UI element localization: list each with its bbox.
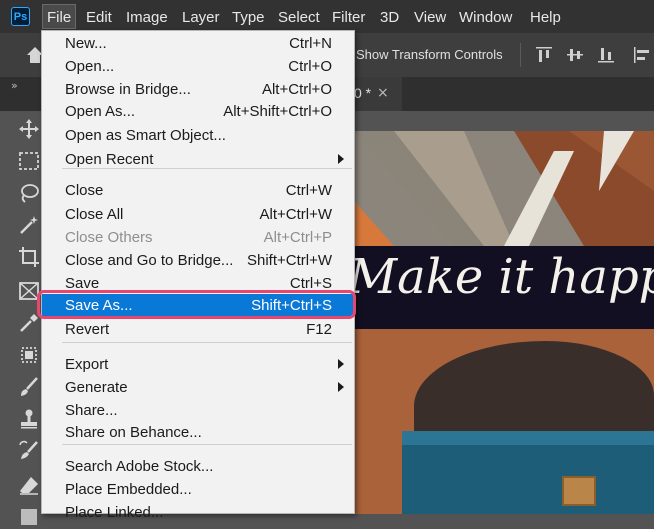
menu-item-open-recent[interactable]: Open Recent (42, 148, 354, 170)
menu-item-generate[interactable]: Generate (42, 376, 354, 398)
align-top-edges-icon[interactable] (534, 45, 554, 65)
canvas-box-latch (562, 476, 596, 506)
menu-separator (62, 444, 352, 445)
document-tab-label: 0 * (354, 85, 372, 101)
brush-tool-icon[interactable] (17, 375, 41, 399)
save-as-highlight-ring (37, 290, 356, 319)
menu-item-close[interactable]: Close Ctrl+W (42, 179, 354, 201)
history-brush-tool-icon[interactable] (17, 439, 41, 463)
spot-healing-tool-icon[interactable] (17, 343, 41, 367)
menu-help[interactable]: Help (530, 9, 561, 26)
magic-wand-tool-icon[interactable] (17, 213, 41, 237)
menu-item-share-on-behance[interactable]: Share on Behance... (42, 421, 354, 443)
menu-item-share[interactable]: Share... (42, 399, 354, 421)
document-canvas[interactable]: Make it happen (354, 131, 654, 514)
menu-item-browse-in-bridge[interactable]: Browse in Bridge... Alt+Ctrl+O (42, 78, 354, 100)
menu-item-new[interactable]: New... Ctrl+N (42, 32, 354, 54)
menu-item-label: Revert (65, 321, 110, 338)
menu-item-label: Generate (65, 379, 128, 396)
menu-item-shortcut: Ctrl+N (289, 35, 332, 52)
menu-item-close-all[interactable]: Close All Alt+Ctrl+W (42, 203, 354, 225)
menu-item-label: Close Others (65, 229, 153, 246)
menu-item-label: Place Embedded... (65, 481, 192, 498)
menu-bar: Ps File Edit Image Layer Type Select Fil… (0, 0, 654, 33)
menu-item-open-as[interactable]: Open As... Alt+Shift+Ctrl+O (42, 100, 354, 122)
menu-item-place-embedded[interactable]: Place Embedded... (42, 478, 354, 500)
menu-item-label: Open as Smart Object... (65, 127, 226, 144)
align-left-edges-icon[interactable] (632, 45, 652, 65)
lasso-tool-icon[interactable] (17, 181, 41, 205)
menu-item-revert[interactable]: Revert F12 (42, 318, 354, 340)
menu-item-shortcut: Ctrl+O (288, 58, 332, 75)
move-tool-icon[interactable] (17, 117, 41, 141)
menu-item-label: Open As... (65, 103, 136, 120)
menu-item-shortcut: Ctrl+W (285, 182, 332, 199)
file-menu-dropdown: New... Ctrl+N Open... Ctrl+O Browse in Bridg… (41, 30, 355, 521)
canvas-banner-text: Make it happen (354, 249, 654, 305)
menu-separator (62, 168, 352, 169)
menu-window[interactable]: Window (459, 9, 512, 26)
menu-edit[interactable]: Edit (86, 9, 112, 26)
menu-item-label: Open... (65, 58, 115, 75)
menu-item-close-and-go-to-bridge[interactable]: Close and Go to Bridge... Shift+Ctrl+W (42, 249, 354, 271)
menu-item-label: Share... (65, 402, 118, 419)
gradient-tool-icon[interactable] (17, 505, 41, 529)
menu-item-label: Export (65, 356, 109, 373)
marquee-tool-icon[interactable] (17, 149, 41, 173)
menu-item-label: Close (65, 182, 104, 199)
options-divider (520, 43, 521, 67)
menu-separator (62, 342, 352, 343)
menu-file[interactable]: File (42, 4, 77, 29)
menu-item-place-linked[interactable]: Place Linked... (42, 501, 354, 523)
menu-3d[interactable]: 3D (380, 9, 399, 26)
align-vertical-centers-icon[interactable] (565, 45, 585, 65)
menu-layer[interactable]: Layer (182, 9, 220, 26)
close-tab-icon[interactable]: × (377, 85, 389, 101)
align-bottom-edges-icon[interactable] (596, 45, 616, 65)
menu-item-label: Close All (65, 206, 124, 223)
menu-item-export[interactable]: Export (42, 353, 354, 375)
crop-tool-icon[interactable] (17, 245, 41, 269)
menu-view[interactable]: View (414, 9, 446, 26)
menu-image[interactable]: Image (126, 9, 168, 26)
collapse-panels-icon[interactable]: » (11, 79, 18, 92)
menu-item-search-adobe-stock[interactable]: Search Adobe Stock... (42, 455, 354, 477)
canvas-teal-box-lid (402, 431, 654, 445)
menu-item-label: Place Linked... (65, 504, 164, 521)
menu-item-label: Search Adobe Stock... (65, 458, 214, 475)
menu-filter[interactable]: Filter (332, 9, 365, 26)
photoshop-logo-icon: Ps (11, 7, 30, 26)
menu-item-label: Open Recent (65, 151, 154, 168)
menu-item-shortcut: Alt+Ctrl+W (259, 206, 332, 223)
menu-item-close-others: Close Others Alt+Ctrl+P (42, 226, 354, 248)
menu-item-shortcut: F12 (306, 321, 332, 338)
menu-item-open-as-smart-object[interactable]: Open as Smart Object... (42, 124, 354, 146)
menu-item-open[interactable]: Open... Ctrl+O (42, 55, 354, 77)
submenu-arrow-icon (338, 154, 344, 164)
menu-item-label: Share on Behance... (65, 424, 202, 441)
menu-item-shortcut: Alt+Ctrl+O (261, 81, 332, 98)
menu-type[interactable]: Type (232, 9, 265, 26)
menu-item-shortcut: Alt+Shift+Ctrl+O (223, 103, 332, 120)
transform-controls-label: Show Transform Controls (356, 47, 503, 62)
submenu-arrow-icon (338, 359, 344, 369)
menu-item-shortcut: Alt+Ctrl+P (263, 229, 332, 246)
submenu-arrow-icon (338, 382, 344, 392)
menu-item-label: Close and Go to Bridge... (65, 252, 234, 269)
menu-select[interactable]: Select (278, 9, 320, 26)
menu-item-shortcut: Shift+Ctrl+W (246, 252, 332, 269)
menu-item-label: New... (65, 35, 107, 52)
clone-stamp-tool-icon[interactable] (17, 407, 41, 431)
menu-item-label: Browse in Bridge... (65, 81, 191, 98)
canvas-chevron-pattern (354, 131, 654, 246)
eraser-tool-icon[interactable] (17, 473, 41, 497)
